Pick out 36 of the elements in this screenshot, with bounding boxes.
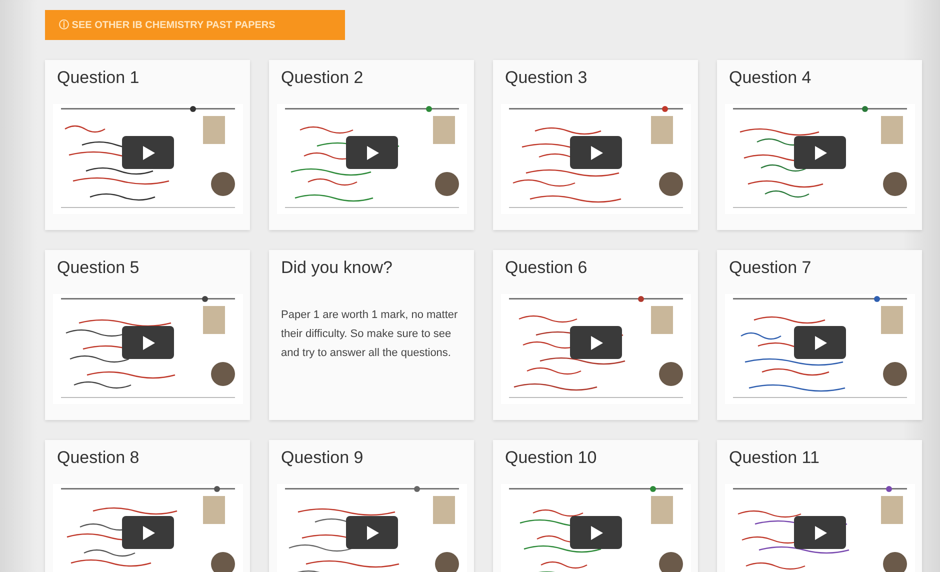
play-button[interactable] (570, 136, 622, 169)
play-button[interactable] (122, 516, 174, 549)
play-icon (140, 334, 156, 350)
play-icon (364, 144, 380, 160)
card-title: Question 1 (57, 68, 140, 88)
tip-text: Paper 1 are worth 1 mark, no matter their difficulty. So make sure to see and try to answer all the questions. (281, 308, 459, 361)
play-icon (812, 334, 828, 350)
play-button[interactable] (794, 326, 846, 359)
play-icon (812, 144, 828, 160)
card-title: Question 8 (57, 448, 140, 468)
play-button[interactable] (794, 516, 846, 549)
card-title: Question 2 (281, 68, 364, 88)
play-button[interactable] (122, 326, 174, 359)
card-title: Question 9 (281, 448, 364, 468)
play-icon (588, 334, 604, 350)
play-button[interactable] (122, 136, 174, 169)
play-button[interactable] (794, 136, 846, 169)
play-icon (364, 524, 380, 540)
card-title: Question 11 (729, 448, 820, 468)
card-title: Question 6 (505, 258, 588, 278)
play-button[interactable] (570, 326, 622, 359)
card-title: Question 10 (505, 448, 597, 468)
past-papers-button[interactable]: ⓘ SEE OTHER IB CHEMISTRY PAST PAPERS (45, 10, 345, 40)
play-icon (588, 524, 604, 540)
play-icon (588, 144, 604, 160)
play-icon (140, 524, 156, 540)
play-button[interactable] (570, 516, 622, 549)
card-title: Question 4 (729, 68, 812, 88)
play-button[interactable] (346, 136, 398, 169)
play-button[interactable] (346, 516, 398, 549)
card-title: Did you know? (281, 258, 393, 278)
card-title: Question 5 (57, 258, 140, 278)
card-title: Question 7 (729, 258, 812, 278)
play-icon (812, 524, 828, 540)
play-icon (140, 144, 156, 160)
card-title: Question 3 (505, 68, 588, 88)
